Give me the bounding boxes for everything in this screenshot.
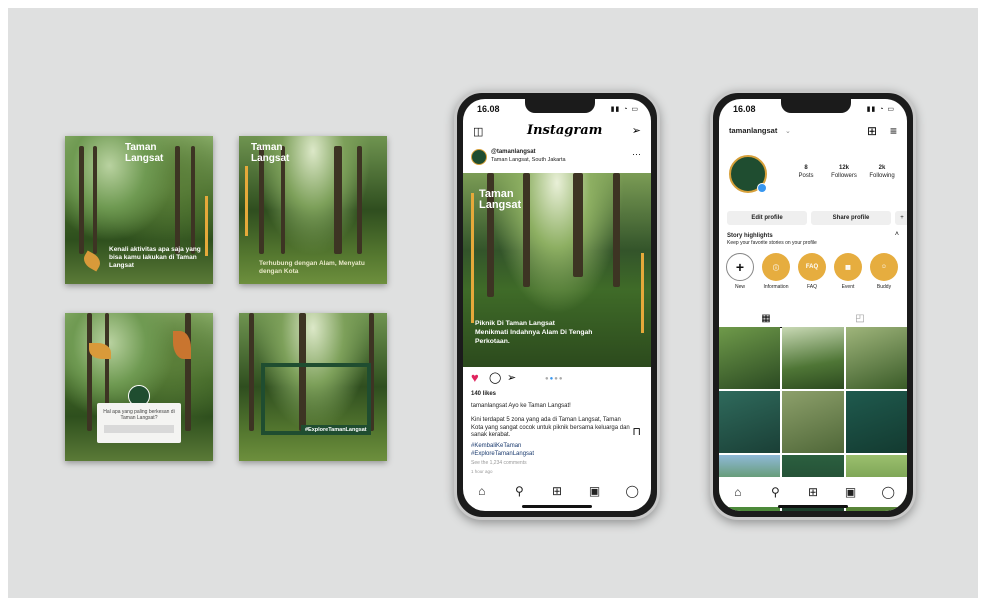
camera-icon[interactable]: ◫: [473, 125, 483, 138]
status-icons: ▮▮ ◔ ▭: [610, 106, 639, 113]
question-text: Hal apa yang paling berkesan di Taman La…: [103, 409, 175, 421]
comment-icon[interactable]: ◯: [489, 371, 501, 384]
profile-icon[interactable]: ◯: [878, 485, 898, 499]
grid-post[interactable]: [845, 391, 907, 453]
highlight-event[interactable]: ▦ Event: [831, 253, 865, 290]
post-explore[interactable]: #ExploreTamanLangsat: [239, 313, 387, 461]
chevron-up-icon[interactable]: ˄: [895, 231, 899, 238]
menu-icon[interactable]: ≡: [890, 124, 897, 138]
home-icon[interactable]: ⌂: [472, 484, 492, 498]
post-caption: Kenali aktivitas apa saja yang bisa kamu…: [109, 246, 201, 269]
feed-screen: 16.08 ▮▮ ◔ ▭ ◫ Instagram ➢ @tamanlangsat…: [463, 99, 651, 511]
info-icon: ⓘ: [762, 253, 790, 281]
grid-post[interactable]: [719, 327, 781, 389]
add-person-icon[interactable]: +: [895, 211, 907, 225]
app-title: Instagram: [527, 123, 603, 138]
grid-post[interactable]: [719, 391, 781, 453]
reels-icon[interactable]: ▣: [585, 484, 605, 498]
avatar[interactable]: [471, 149, 487, 165]
direct-message-icon[interactable]: ➢: [632, 124, 641, 137]
highlight-new[interactable]: + New: [723, 253, 757, 290]
posts-count[interactable]: 8: [791, 165, 821, 173]
faq-icon: FAQ: [798, 253, 826, 281]
search-icon[interactable]: ⚲: [765, 485, 785, 499]
buddy-icon: ☺: [870, 253, 898, 281]
like-heart-icon[interactable]: ♥: [471, 370, 479, 385]
photo-frame: #ExploreTamanLangsat: [261, 363, 371, 435]
highlight-buddy[interactable]: ☺ Buddy: [867, 253, 901, 290]
edit-profile-button[interactable]: Edit profile: [727, 211, 807, 225]
status-icons: ▮▮ ◔ ▭: [866, 106, 895, 113]
post-nature-city[interactable]: Taman Langsat Terhubung dengan Alam, Men…: [239, 136, 387, 284]
post-hashtags[interactable]: #KembaliKeTaman #ExploreTamanLangsat: [471, 443, 534, 458]
highlights-row: + New ⓘ Information FAQ FAQ ▦ Event ☺ Buddy: [723, 253, 901, 290]
post-title: Taman Langsat: [125, 142, 164, 164]
share-profile-button[interactable]: Share profile: [811, 211, 891, 225]
followers-label: Followers: [831, 172, 857, 179]
home-icon[interactable]: ⌂: [728, 485, 748, 499]
answer-bar[interactable]: [104, 425, 174, 433]
likes-count[interactable]: 140 likes: [471, 391, 496, 399]
plus-icon: +: [726, 253, 754, 281]
search-icon[interactable]: ⚲: [509, 484, 529, 498]
post-caption: Terhubung dengan Alam, Menyatu dengan Ko…: [259, 260, 365, 275]
status-time: 16.08: [733, 104, 756, 114]
profile-screen: 16.08 ▮▮ ◔ ▭ tamanlangsat ⌄ ⊞ ≡ 8 Posts …: [719, 99, 907, 511]
bottom-nav: ⌂ ⚲ ⊞ ▣ ◯: [719, 477, 907, 507]
more-icon[interactable]: ···: [632, 149, 641, 159]
highlight-information[interactable]: ⓘ Information: [759, 253, 793, 290]
add-post-icon[interactable]: ⊞: [547, 484, 567, 498]
grid-post[interactable]: [782, 391, 844, 453]
view-comments[interactable]: See the 1,234 comments: [471, 460, 527, 468]
highlight-faq[interactable]: FAQ FAQ: [795, 253, 829, 290]
grid-post[interactable]: [782, 327, 844, 389]
reels-icon[interactable]: ▣: [841, 485, 861, 499]
post-question[interactable]: Hal apa yang paling berkesan di Taman La…: [65, 313, 213, 461]
profile-icon[interactable]: ◯: [622, 484, 642, 498]
add-post-icon[interactable]: ⊞: [867, 124, 877, 138]
post-image[interactable]: Taman Langsat Piknik Di Taman Langsat Me…: [463, 173, 651, 367]
bottom-nav: ⌂ ⚲ ⊞ ▣ ◯: [463, 479, 651, 503]
add-story-icon[interactable]: [757, 183, 767, 193]
question-card[interactable]: Hal apa yang paling berkesan di Taman La…: [97, 403, 181, 443]
posts-label: Posts: [798, 172, 814, 179]
tagged-tab-icon[interactable]: ◰: [813, 313, 907, 327]
phone-feed: 16.08 ▮▮ ◔ ▭ ◫ Instagram ➢ @tamanlangsat…: [454, 90, 660, 520]
image-caption: Piknik Di Taman Langsat Menikmati Indahn…: [475, 320, 593, 345]
canvas: Taman Langsat Kenali aktivitas apa saja …: [8, 8, 978, 598]
highlights-subtitle: Keep your favorite stories on your profi…: [727, 240, 817, 246]
phone-profile: 16.08 ▮▮ ◔ ▭ tamanlangsat ⌄ ⊞ ≡ 8 Posts …: [710, 90, 916, 520]
share-icon[interactable]: ➢: [507, 371, 516, 384]
hashtag-tag: #ExploreTamanLangsat: [301, 425, 371, 435]
profile-username[interactable]: tamanlangsat: [729, 127, 777, 135]
post-body: Kini terdapat 5 zona yang ada di Taman L…: [471, 417, 630, 438]
grid-tab-icon[interactable]: ▦: [719, 313, 813, 328]
post-title: Taman Langsat: [251, 142, 290, 164]
post-activity[interactable]: Taman Langsat Kenali aktivitas apa saja …: [65, 136, 213, 284]
bookmark-icon[interactable]: ⊓: [632, 425, 641, 438]
followers-count[interactable]: 12k: [827, 165, 861, 173]
post-location[interactable]: Taman Langsat, South Jakarta: [491, 157, 566, 165]
following-label: Following: [869, 172, 895, 179]
image-title: Taman Langsat: [479, 188, 522, 211]
carousel-dots: ●●●●: [545, 376, 564, 382]
add-post-icon[interactable]: ⊞: [803, 485, 823, 499]
grid-post[interactable]: [845, 327, 907, 389]
caption-line: tamanlangsat Ayo ke Taman Langsat!: [471, 403, 571, 409]
chevron-down-icon[interactable]: ⌄: [785, 127, 791, 135]
post-time-ago: 1 hour ago: [471, 469, 493, 474]
calendar-icon: ▦: [834, 253, 862, 281]
status-time: 16.08: [477, 104, 500, 114]
post-account[interactable]: @tamanlangsat: [491, 149, 536, 157]
following-count[interactable]: 2k: [865, 165, 899, 173]
